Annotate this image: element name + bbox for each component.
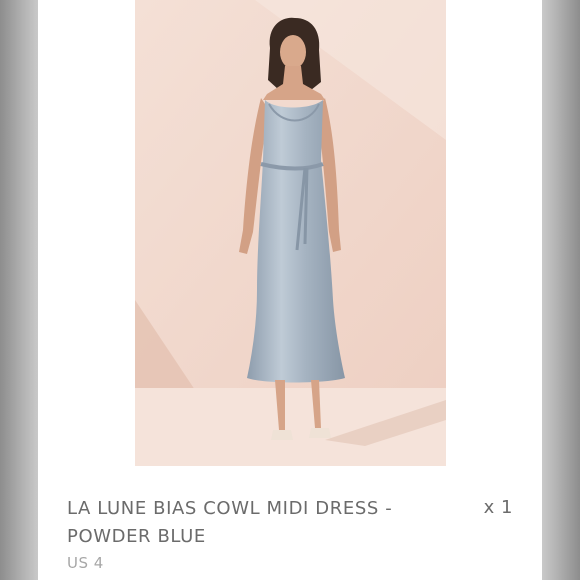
left-side-bar [0, 0, 38, 580]
product-card: LA LUNE BIAS COWL MIDI DRESS - POWDER BL… [38, 0, 542, 580]
left-shoe [271, 430, 293, 440]
face [280, 35, 306, 69]
listing-title: LA LUNE BIAS COWL MIDI DRESS - POWDER BL… [67, 498, 393, 547]
right-shoe [309, 428, 331, 438]
size-label: US 4 [67, 554, 104, 572]
right-side-bar [542, 0, 580, 580]
quantity-label: x 1 [483, 497, 513, 518]
product-photo[interactable] [135, 0, 446, 466]
